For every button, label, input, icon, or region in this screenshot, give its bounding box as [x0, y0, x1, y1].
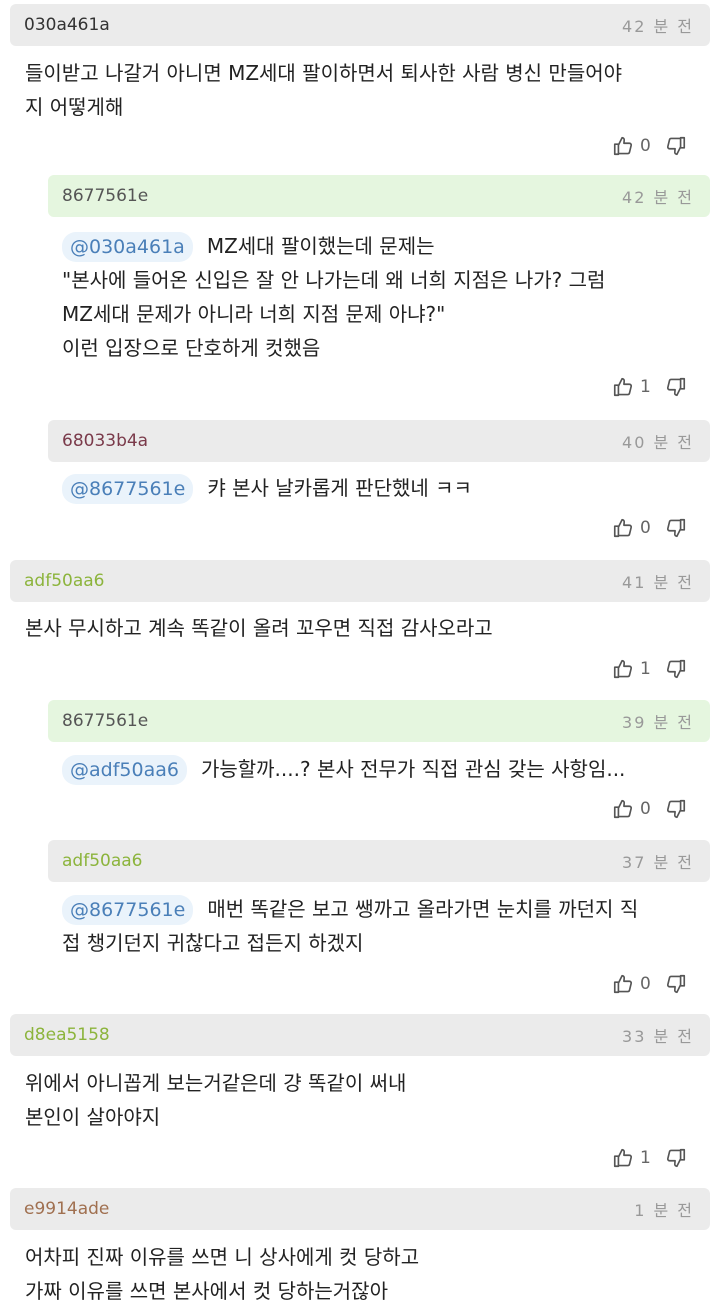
comment: 030a461a 42 분 전 들이받고 나갈거 아니면 MZ세대 팔이하면서 … [0, 0, 717, 170]
like-count: 1 [640, 1148, 651, 1168]
comment: adf50aa6 41 분 전 본사 무시하고 계속 똑같이 올려 꼬우면 직접… [0, 556, 717, 696]
timestamp: 42 분 전 [622, 188, 694, 207]
timestamp: 1 분 전 [634, 1201, 694, 1220]
comment-text: 위에서 아니꼽게 보는거같은데 걍 똑같이 써내 본인이 살아야지 [25, 1066, 705, 1134]
like-button[interactable]: 0 [612, 798, 665, 820]
like-button[interactable]: 0 [612, 517, 665, 539]
comment-text-content: 어차피 진짜 이유를 쓰면 니 상사에게 컷 당하고 가짜 이유를 쓰면 본사에… [25, 1245, 420, 1303]
comment-header: adf50aa6 37 분 전 [48, 840, 710, 882]
thumbs-up-icon [613, 659, 633, 679]
comment-header: 68033b4a 40 분 전 [48, 420, 710, 462]
vote-bar: 1 [612, 373, 687, 401]
like-count: 0 [640, 974, 651, 994]
username[interactable]: adf50aa6 [24, 571, 104, 591]
mention-tag[interactable]: @adf50aa6 [62, 755, 187, 785]
username[interactable]: d8ea5158 [24, 1025, 110, 1045]
comment-header: 8677561e 39 분 전 [48, 700, 710, 742]
thumbs-up-icon [613, 1148, 633, 1168]
comment-text-content: 캬 본사 날카롭게 판단했네 ㅋㅋ [207, 476, 472, 500]
reply: 8677561e 42 분 전 @030a461a MZ세대 팔이했는데 문제는 … [0, 170, 717, 416]
timestamp: 33 분 전 [622, 1027, 694, 1046]
comment-text-content: 들이받고 나갈거 아니면 MZ세대 팔이하면서 퇴사한 사람 병신 만들어야 지… [25, 61, 623, 119]
dislike-button[interactable] [665, 1147, 687, 1169]
comment-text: 어차피 진짜 이유를 쓰면 니 상사에게 컷 당하고 가짜 이유를 쓰면 본사에… [25, 1240, 705, 1308]
like-button[interactable]: 1 [612, 1147, 665, 1169]
comment-text: @030a461a MZ세대 팔이했는데 문제는 "본사에 들어온 신입은 잘 안… [62, 229, 702, 365]
dislike-button[interactable] [665, 517, 687, 539]
comment-text-content: 가능할까....? 본사 전무가 직접 관심 갖는 사항임... [200, 757, 626, 781]
comment-header: 8677561e 42 분 전 [48, 175, 710, 217]
thumbs-up-icon [613, 136, 633, 156]
thumbs-down-icon [666, 136, 685, 156]
timestamp: 37 분 전 [622, 853, 694, 872]
mention-tag[interactable]: @8677561e [62, 474, 194, 504]
like-button[interactable]: 1 [612, 658, 665, 680]
thumbs-down-icon [666, 377, 685, 397]
thumbs-up-icon [613, 518, 633, 538]
comment-text: @8677561e 캬 본사 날카롭게 판단했네 ㅋㅋ [62, 471, 702, 505]
like-button[interactable]: 0 [612, 973, 665, 995]
timestamp: 40 분 전 [622, 433, 694, 452]
like-button[interactable]: 1 [612, 376, 665, 398]
comment-text: @8677561e 매번 똑같은 보고 쌩까고 올라가면 눈치를 까던지 직 접 … [62, 892, 702, 960]
comment-text-content: 위에서 아니꼽게 보는거같은데 걍 똑같이 써내 본인이 살아야지 [25, 1071, 407, 1129]
reply: 68033b4a 40 분 전 @8677561e 캬 본사 날카롭게 판단했네 … [0, 416, 717, 556]
vote-bar: 0 [612, 795, 687, 823]
comment-text: @adf50aa6 가능할까....? 본사 전무가 직접 관심 갖는 사항임..… [62, 752, 702, 786]
thumbs-down-icon [666, 1148, 685, 1168]
username[interactable]: 8677561e [62, 711, 148, 731]
vote-bar: 0 [612, 132, 687, 160]
like-count: 0 [640, 799, 651, 819]
comment-header: e9914ade 1 분 전 [10, 1188, 710, 1230]
timestamp: 39 분 전 [622, 713, 694, 732]
vote-bar: 0 [612, 514, 687, 542]
timestamp: 41 분 전 [622, 573, 694, 592]
dislike-button[interactable] [665, 376, 687, 398]
username[interactable]: 030a461a [24, 15, 110, 35]
thumbs-up-icon [613, 377, 633, 397]
comment: e9914ade 1 분 전 어차피 진짜 이유를 쓰면 니 상사에게 컷 당하… [0, 1184, 717, 1313]
comment-header: adf50aa6 41 분 전 [10, 560, 710, 602]
mention-tag[interactable]: @030a461a [62, 232, 193, 262]
vote-bar: 1 [612, 1144, 687, 1172]
username[interactable]: e9914ade [24, 1199, 109, 1219]
comment-header: 030a461a 42 분 전 [10, 4, 710, 46]
mention-tag[interactable]: @8677561e [62, 895, 194, 925]
thumbs-down-icon [666, 518, 685, 538]
thumbs-down-icon [666, 659, 685, 679]
dislike-button[interactable] [665, 135, 687, 157]
comment-header: d8ea5158 33 분 전 [10, 1014, 710, 1056]
thumbs-up-icon [613, 974, 633, 994]
thumbs-down-icon [666, 974, 685, 994]
dislike-button[interactable] [665, 973, 687, 995]
like-count: 1 [640, 377, 651, 397]
like-button[interactable]: 0 [612, 135, 665, 157]
vote-bar: 0 [612, 970, 687, 998]
username[interactable]: adf50aa6 [62, 851, 142, 871]
vote-bar: 1 [612, 655, 687, 683]
thumbs-up-icon [613, 799, 633, 819]
comment-text: 본사 무시하고 계속 똑같이 올려 꼬우면 직접 감사오라고 [25, 611, 705, 645]
comment-text-content: 본사 무시하고 계속 똑같이 올려 꼬우면 직접 감사오라고 [25, 616, 493, 640]
like-count: 0 [640, 136, 651, 156]
like-count: 1 [640, 659, 651, 679]
like-count: 0 [640, 518, 651, 538]
reply: 8677561e 39 분 전 @adf50aa6 가능할까....? 본사 전무… [0, 696, 717, 836]
reply: adf50aa6 37 분 전 @8677561e 매번 똑같은 보고 쌩까고 올… [0, 836, 717, 1010]
thumbs-down-icon [666, 799, 685, 819]
comment-text: 들이받고 나갈거 아니면 MZ세대 팔이하면서 퇴사한 사람 병신 만들어야 지… [25, 56, 705, 124]
timestamp: 42 분 전 [622, 17, 694, 36]
dislike-button[interactable] [665, 798, 687, 820]
username[interactable]: 8677561e [62, 186, 148, 206]
dislike-button[interactable] [665, 658, 687, 680]
username[interactable]: 68033b4a [62, 431, 148, 451]
comment: d8ea5158 33 분 전 위에서 아니꼽게 보는거같은데 걍 똑같이 써내… [0, 1010, 717, 1184]
